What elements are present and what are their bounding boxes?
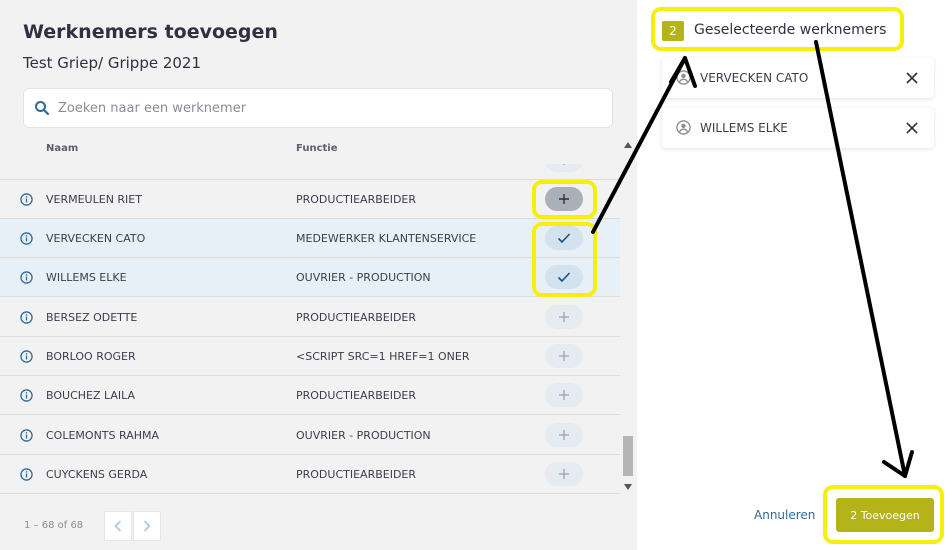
employee-function: PRODUCTIEARBEIDER	[296, 389, 417, 402]
selected-employee-card: VERVECKEN CATO	[662, 58, 934, 98]
scroll-down-arrow-icon[interactable]	[624, 484, 632, 490]
plus-icon	[559, 390, 569, 400]
table-header: Naam Functie	[0, 140, 620, 164]
info-icon[interactable]	[20, 271, 33, 284]
info-icon[interactable]	[20, 311, 33, 324]
close-icon[interactable]	[904, 120, 920, 136]
column-header-name[interactable]: Naam	[46, 143, 78, 154]
annotation-highlight-add-button	[532, 180, 597, 219]
close-icon[interactable]	[904, 70, 920, 86]
plus-icon	[559, 469, 569, 479]
dialog-title: Werknemers toevoegen	[23, 21, 278, 43]
chevron-right-icon	[143, 520, 151, 532]
search-box[interactable]	[23, 88, 613, 128]
scroll-up-arrow-icon[interactable]	[624, 142, 632, 148]
employee-function: PRODUCTIEARBEIDER	[296, 193, 417, 206]
employee-name: VERMEULEN RIET	[46, 193, 142, 206]
employee-name: COLEMONTS RAHMA	[46, 429, 160, 442]
employee-table-body: VERMEULEN RIET PRODUCTIEARBEIDER VERVECK…	[0, 164, 620, 494]
employee-name: WILLEMS ELKE	[46, 271, 127, 284]
employee-name: VERVECKEN CATO	[46, 232, 146, 245]
table-scrollbar[interactable]	[621, 140, 635, 494]
add-employee-button[interactable]	[545, 305, 583, 329]
employee-function: OUVRIER - PRODUCTION	[296, 429, 431, 442]
search-icon	[35, 101, 50, 116]
user-circle-icon	[676, 120, 691, 135]
add-employee-button[interactable]	[545, 164, 583, 172]
table-row[interactable]: VERVECKEN CATO MEDEWERKER KLANTENSERVICE	[0, 219, 620, 258]
info-icon[interactable]	[20, 350, 33, 363]
table-row	[0, 164, 620, 180]
next-page-button[interactable]	[133, 511, 161, 541]
table-row[interactable]: BORLOO ROGER <SCRIPT SRC=1 HREF=1 ONER	[0, 337, 620, 376]
add-employee-button[interactable]	[545, 423, 583, 447]
table-row[interactable]: VERMEULEN RIET PRODUCTIEARBEIDER	[0, 180, 620, 219]
chevron-left-icon	[114, 520, 122, 532]
info-icon[interactable]	[20, 468, 33, 481]
employee-name: BERSEZ ODETTE	[46, 311, 138, 324]
scrollbar-thumb[interactable]	[623, 436, 633, 476]
previous-page-button[interactable]	[104, 511, 132, 541]
employee-function: MEDEWERKER KLANTENSERVICE	[296, 232, 477, 245]
annotation-highlight-selected-buttons	[532, 222, 597, 297]
annotation-highlight-add-employees-button	[823, 485, 944, 544]
add-employee-button[interactable]	[545, 383, 583, 407]
plus-icon	[559, 312, 569, 322]
employee-function: PRODUCTIEARBEIDER	[296, 311, 417, 324]
table-row[interactable]: BOUCHEZ LAILA PRODUCTIEARBEIDER	[0, 376, 620, 415]
plus-icon	[559, 351, 569, 361]
info-icon[interactable]	[20, 193, 33, 206]
info-icon[interactable]	[20, 429, 33, 442]
selected-employee-name: VERVECKEN CATO	[700, 71, 809, 85]
app-window: Werknemers toevoegen Test Griep/ Grippe …	[0, 0, 952, 550]
employee-function: <SCRIPT SRC=1 HREF=1 ONER	[296, 350, 470, 363]
table-row[interactable]: WILLEMS ELKE OUVRIER - PRODUCTION	[0, 258, 620, 297]
plus-icon	[563, 164, 565, 165]
user-circle-icon	[676, 70, 691, 85]
employee-name: CUYCKENS GERDA	[46, 468, 148, 481]
plus-icon	[559, 430, 569, 440]
selected-employee-card: WILLEMS ELKE	[662, 108, 934, 148]
add-employee-button[interactable]	[545, 344, 583, 368]
table-row[interactable]: COLEMONTS RAHMA OUVRIER - PRODUCTION	[0, 416, 620, 455]
pagination-range: 1 – 68 of 68	[24, 520, 84, 531]
selected-employee-name: WILLEMS ELKE	[700, 121, 788, 135]
cancel-link[interactable]: Annuleren	[754, 508, 815, 522]
employee-function: OUVRIER - PRODUCTION	[296, 271, 431, 284]
employee-name: BORLOO ROGER	[46, 350, 136, 363]
column-header-function[interactable]: Functie	[296, 143, 338, 154]
search-input[interactable]	[58, 89, 598, 127]
info-icon[interactable]	[20, 389, 33, 402]
employee-function: PRODUCTIEARBEIDER	[296, 468, 417, 481]
annotation-highlight-selected-heading	[651, 7, 904, 51]
employee-name: BOUCHEZ LAILA	[46, 389, 136, 402]
add-employee-button[interactable]	[545, 462, 583, 486]
table-row[interactable]: CUYCKENS GERDA PRODUCTIEARBEIDER	[0, 455, 620, 494]
info-icon[interactable]	[20, 232, 33, 245]
table-row[interactable]: BERSEZ ODETTE PRODUCTIEARBEIDER	[0, 298, 620, 337]
dialog-subtitle: Test Griep/ Grippe 2021	[23, 54, 202, 72]
